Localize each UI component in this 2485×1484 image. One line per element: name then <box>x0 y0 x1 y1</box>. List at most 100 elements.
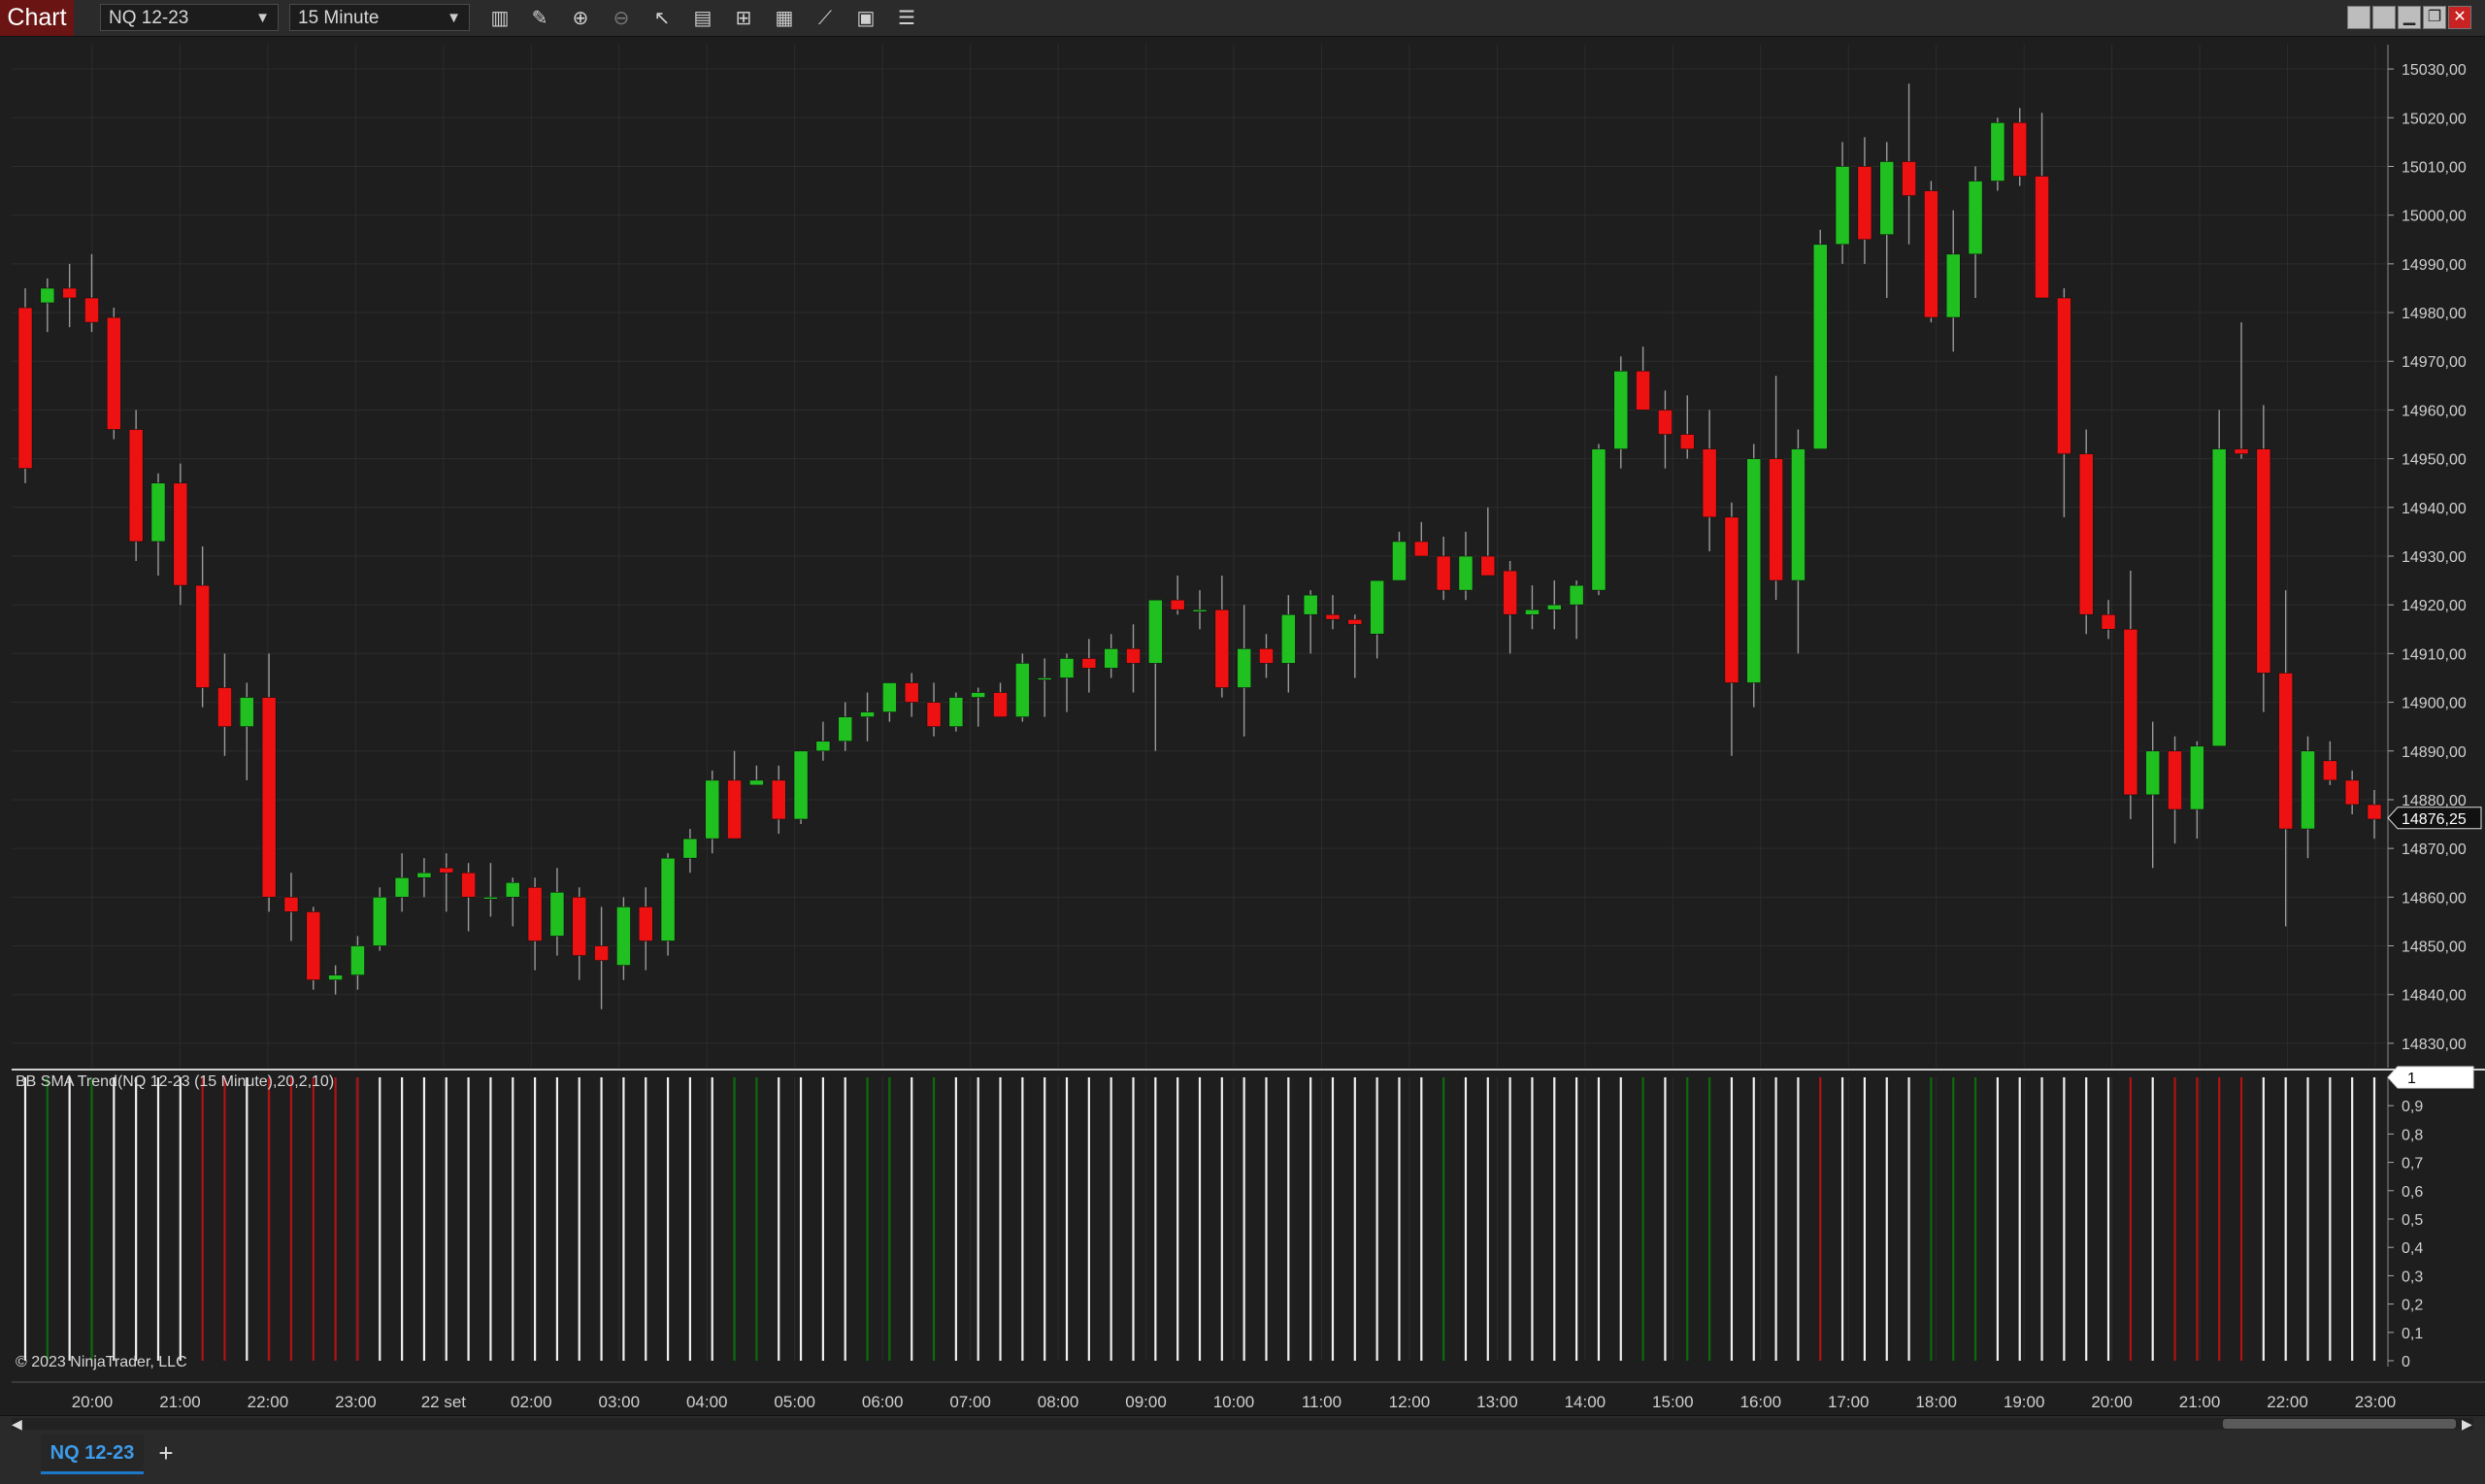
y-tick-label: 14940,00 <box>2402 501 2467 517</box>
candle-body <box>1503 570 1518 615</box>
candle-body <box>2123 628 2138 796</box>
candle-body <box>1812 244 1828 449</box>
candle-body <box>616 907 631 966</box>
y-tick-label: 14890,00 <box>2402 744 2467 761</box>
indicator-y-tick-label: 0,9 <box>2402 1099 2423 1115</box>
candle-body <box>372 897 387 946</box>
x-tick-label: 03:00 <box>598 1393 640 1411</box>
candle-body <box>195 584 211 688</box>
candle-body <box>594 945 609 961</box>
candle-body <box>150 482 166 543</box>
candle-body <box>2078 453 2094 615</box>
scrollbar-thumb[interactable] <box>2223 1419 2456 1429</box>
y-tick-label: 14870,00 <box>2402 841 2467 858</box>
candle-body <box>173 482 188 586</box>
scroll-right-icon[interactable]: ▶ <box>2462 1416 2472 1433</box>
candle-body <box>2344 779 2360 806</box>
y-tick-label: 14920,00 <box>2402 598 2467 614</box>
candle-body <box>2211 448 2227 747</box>
candle-body <box>106 316 121 430</box>
candle-body <box>217 687 232 727</box>
y-tick-label: 15010,00 <box>2402 159 2467 176</box>
indicator-y-tick-label: 0 <box>2402 1354 2410 1370</box>
candle-body <box>1591 448 1607 591</box>
x-tick-label: 14:00 <box>1565 1393 1607 1411</box>
x-tick-label: 11:00 <box>1302 1393 1342 1411</box>
candle-body <box>1613 370 1629 449</box>
candle-body <box>572 897 587 956</box>
y-tick-label: 14850,00 <box>2402 940 2467 956</box>
candle-body <box>283 897 299 912</box>
candle-body <box>971 692 986 698</box>
y-tick-label: 15020,00 <box>2402 111 2467 127</box>
indicator-value-marker <box>2387 1066 2474 1089</box>
candle-body <box>549 892 565 937</box>
candle-body <box>1902 161 1916 196</box>
x-tick-label: 02:00 <box>511 1393 552 1411</box>
candle-body <box>128 429 144 543</box>
candle-body <box>660 857 676 941</box>
candle-body <box>904 682 919 703</box>
candle-body <box>771 779 786 820</box>
indicator-value-label: 1 <box>2407 1071 2416 1087</box>
y-tick-label: 14830,00 <box>2402 1037 2467 1053</box>
chart-canvas[interactable]: 15030,00 15020,00 15010,00 15000,00 14990,00… <box>0 0 2485 1415</box>
candle-body <box>993 692 1008 717</box>
candle-body <box>705 779 720 840</box>
y-tick-label: 14900,00 <box>2402 696 2467 712</box>
candle-body <box>1968 181 1983 255</box>
candle-body <box>2301 750 2315 830</box>
candle-body <box>2035 176 2049 299</box>
x-tick-label: 07:00 <box>949 1393 991 1411</box>
candle-body <box>926 702 942 727</box>
candle-body <box>682 838 698 859</box>
candle-body <box>2057 297 2071 454</box>
candle-body <box>1835 166 1850 246</box>
y-tick-label: 14930,00 <box>2402 549 2467 566</box>
candle-body <box>1458 555 1474 591</box>
candle-body <box>1192 609 1208 612</box>
candle-body <box>461 872 476 898</box>
candle-body <box>1237 648 1252 688</box>
candle-body <box>1857 166 1872 241</box>
candle-body <box>394 876 410 898</box>
candle-body <box>1170 599 1185 610</box>
x-tick-label: 06:00 <box>862 1393 904 1411</box>
x-tick-label: 21:00 <box>2179 1393 2221 1411</box>
y-tick-label: 14980,00 <box>2402 306 2467 322</box>
x-tick-label: 13:00 <box>1476 1393 1518 1411</box>
candle-body <box>749 779 764 786</box>
candle-body <box>439 867 454 874</box>
indicator-y-tick-label: 0,2 <box>2402 1298 2423 1314</box>
candle-body <box>815 741 831 752</box>
add-tab-icon[interactable]: + <box>151 1436 181 1469</box>
candle-body <box>1990 122 2005 181</box>
candle-body <box>1347 618 1363 625</box>
candle-body <box>1791 448 1806 581</box>
candle-body <box>1303 594 1318 615</box>
x-tick-label: 21:00 <box>159 1393 201 1411</box>
candle-body <box>860 711 875 717</box>
candle-body <box>2101 613 2116 630</box>
candle-body <box>1104 648 1119 669</box>
x-tick-label: 22:00 <box>2267 1393 2308 1411</box>
scroll-left-icon[interactable]: ◀ <box>12 1416 22 1433</box>
candle-body <box>306 911 321 980</box>
x-tick-label: 12:00 <box>1389 1393 1431 1411</box>
candle-body <box>40 287 55 304</box>
candle-body <box>1436 555 1451 591</box>
horizontal-scrollbar[interactable] <box>12 1418 2473 1430</box>
candle-body <box>2234 448 2249 454</box>
candle-body <box>1370 579 1385 635</box>
candle-body <box>1059 658 1075 678</box>
candle-body <box>793 750 809 820</box>
candle-body <box>1525 609 1540 615</box>
candle-body <box>261 697 277 898</box>
candle-body <box>1769 458 1783 581</box>
x-tick-label: 04:00 <box>686 1393 728 1411</box>
x-tick-label: 23:00 <box>335 1393 377 1411</box>
candle-body <box>1147 599 1163 664</box>
candle-body <box>1546 604 1562 610</box>
tab-nq-12-23[interactable]: NQ 12-23 <box>41 1435 144 1474</box>
candle-body <box>881 682 897 712</box>
